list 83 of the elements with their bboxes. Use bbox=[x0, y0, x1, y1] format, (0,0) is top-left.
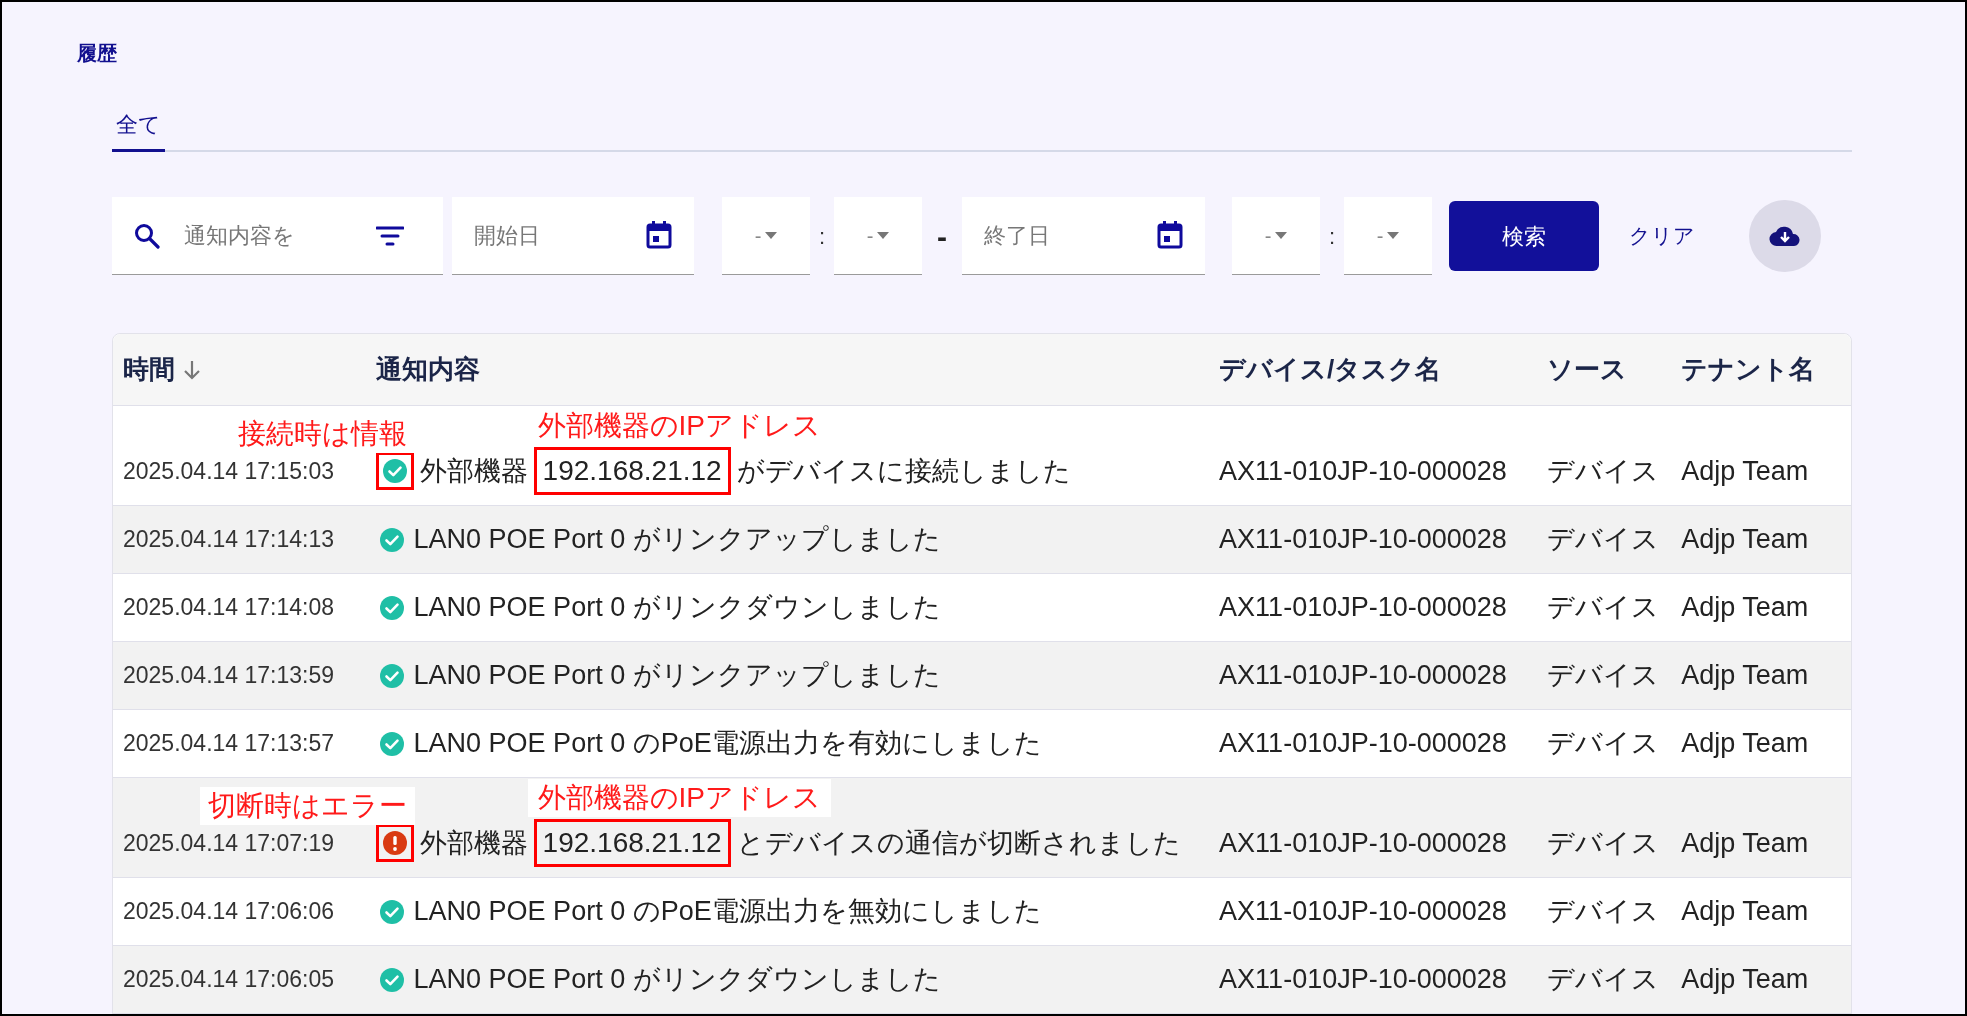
annotation-label: 切断時はエラー bbox=[199, 787, 415, 825]
tenant-cell-text: Adjp Team bbox=[1681, 591, 1809, 625]
filter-icon[interactable] bbox=[376, 224, 404, 247]
tenant-cell-text: Adjp Team bbox=[1681, 895, 1809, 929]
time-select[interactable]: - bbox=[1344, 197, 1432, 275]
device-cell-text: AX11-010JP-10-000028 bbox=[1219, 963, 1507, 997]
error-icon bbox=[381, 830, 408, 856]
time-cell-text: 2025.04.14 17:06:06 bbox=[123, 897, 335, 927]
device-cell-text: AX11-010JP-10-000028 bbox=[1219, 727, 1507, 761]
tenant-cell-text: Adjp Team bbox=[1681, 454, 1809, 488]
column-header[interactable]: 通知内容 bbox=[375, 350, 480, 389]
source-cell-text: デバイス bbox=[1546, 454, 1659, 488]
device-cell-text: AX11-010JP-10-000028 bbox=[1219, 591, 1507, 625]
check-circle-icon bbox=[378, 594, 405, 621]
check-circle-icon bbox=[378, 730, 405, 757]
source-cell-text: デバイス bbox=[1546, 591, 1659, 625]
device-cell-text: AX11-010JP-10-000028 bbox=[1219, 523, 1507, 557]
annotation-label: 外部機器のIPアドレス bbox=[527, 779, 832, 817]
message-text: LAN0 POE Port 0 がリンクアップしました bbox=[413, 659, 941, 693]
device-cell-text: AX11-010JP-10-000028 bbox=[1219, 454, 1507, 488]
time-cell-text: 2025.04.14 17:13:59 bbox=[123, 661, 335, 691]
time-cell-text: 2025.04.14 17:06:05 bbox=[123, 965, 335, 995]
page-title: 履歴 bbox=[77, 41, 118, 66]
column-header[interactable]: 時間 bbox=[123, 350, 201, 389]
source-cell-text: デバイス bbox=[1546, 895, 1659, 929]
message-text: とデバイスの通信が切断されました bbox=[736, 826, 1181, 860]
device-cell-text: AX11-010JP-10-000028 bbox=[1219, 895, 1507, 929]
dropdown-icon bbox=[1275, 231, 1288, 240]
time-cell-text: 2025.04.14 17:14:08 bbox=[123, 593, 335, 623]
ip-address: 192.168.21.12 bbox=[533, 447, 731, 495]
cloud-download-icon bbox=[1769, 224, 1801, 248]
source-cell-text: デバイス bbox=[1546, 963, 1659, 997]
message-text: LAN0 POE Port 0 がリンクアップしました bbox=[413, 523, 941, 557]
source-cell-text: デバイス bbox=[1546, 826, 1659, 860]
calendar-icon bbox=[646, 221, 672, 249]
message-text: 外部機器 bbox=[419, 826, 528, 860]
check-circle-icon bbox=[378, 898, 405, 925]
sort-down-icon[interactable] bbox=[183, 359, 201, 380]
message-text: 外部機器 bbox=[419, 454, 528, 488]
source-cell-text: デバイス bbox=[1546, 659, 1659, 693]
time-cell-text: 2025.04.14 17:15:03 bbox=[123, 456, 335, 486]
tenant-cell-text: Adjp Team bbox=[1681, 826, 1809, 860]
range-separator: - bbox=[936, 218, 948, 255]
clear-link[interactable]: クリア bbox=[1629, 220, 1695, 252]
time-select[interactable]: - bbox=[1232, 197, 1320, 275]
check-circle-icon bbox=[381, 458, 408, 484]
column-header[interactable]: デバイス/タスク名 bbox=[1219, 350, 1442, 389]
device-cell-text: AX11-010JP-10-000028 bbox=[1219, 659, 1507, 693]
dropdown-icon bbox=[1387, 231, 1400, 240]
time-separator: : bbox=[1327, 222, 1337, 251]
time-cell-text: 2025.04.14 17:13:57 bbox=[123, 729, 335, 759]
column-header[interactable]: ソース bbox=[1546, 350, 1627, 389]
message-text: LAN0 POE Port 0 がリンクダウンしました bbox=[413, 963, 941, 997]
check-circle-icon bbox=[378, 526, 405, 553]
column-header[interactable]: テナント名 bbox=[1681, 350, 1816, 389]
search-button[interactable]: 検索 bbox=[1449, 201, 1599, 271]
time-cell-text: 2025.04.14 17:07:19 bbox=[123, 828, 335, 858]
message-text: がデバイスに接続しました bbox=[736, 454, 1071, 488]
tenant-cell-text: Adjp Team bbox=[1681, 963, 1809, 997]
search-icon bbox=[134, 223, 160, 249]
start-date-field[interactable]: 開始日 bbox=[452, 197, 694, 275]
end-date-field[interactable]: 終了日 bbox=[962, 197, 1205, 275]
check-circle-icon bbox=[378, 662, 405, 689]
dropdown-icon bbox=[877, 231, 890, 240]
search-field[interactable]: 通知内容を bbox=[112, 197, 376, 275]
source-cell-text: デバイス bbox=[1546, 523, 1659, 557]
time-cell-text: 2025.04.14 17:14:13 bbox=[123, 525, 335, 555]
time-separator: : bbox=[817, 222, 827, 251]
calendar-icon bbox=[1157, 221, 1183, 249]
ip-address: 192.168.21.12 bbox=[533, 819, 731, 867]
source-cell-text: デバイス bbox=[1546, 727, 1659, 761]
tenant-cell-text: Adjp Team bbox=[1681, 659, 1809, 693]
message-text: LAN0 POE Port 0 のPoE電源出力を有効にしました bbox=[413, 727, 1042, 761]
time-select[interactable]: - bbox=[834, 197, 922, 275]
device-cell-text: AX11-010JP-10-000028 bbox=[1219, 826, 1507, 860]
time-select[interactable]: - bbox=[722, 197, 810, 275]
tenant-cell-text: Adjp Team bbox=[1681, 523, 1809, 557]
tenant-cell-text: Adjp Team bbox=[1681, 727, 1809, 761]
dropdown-icon bbox=[765, 231, 778, 240]
tab[interactable]: 全て bbox=[112, 108, 165, 152]
message-text: LAN0 POE Port 0 のPoE電源出力を無効にしました bbox=[413, 895, 1042, 929]
message-text: LAN0 POE Port 0 がリンクダウンしました bbox=[413, 591, 941, 625]
check-circle-icon bbox=[378, 966, 405, 993]
